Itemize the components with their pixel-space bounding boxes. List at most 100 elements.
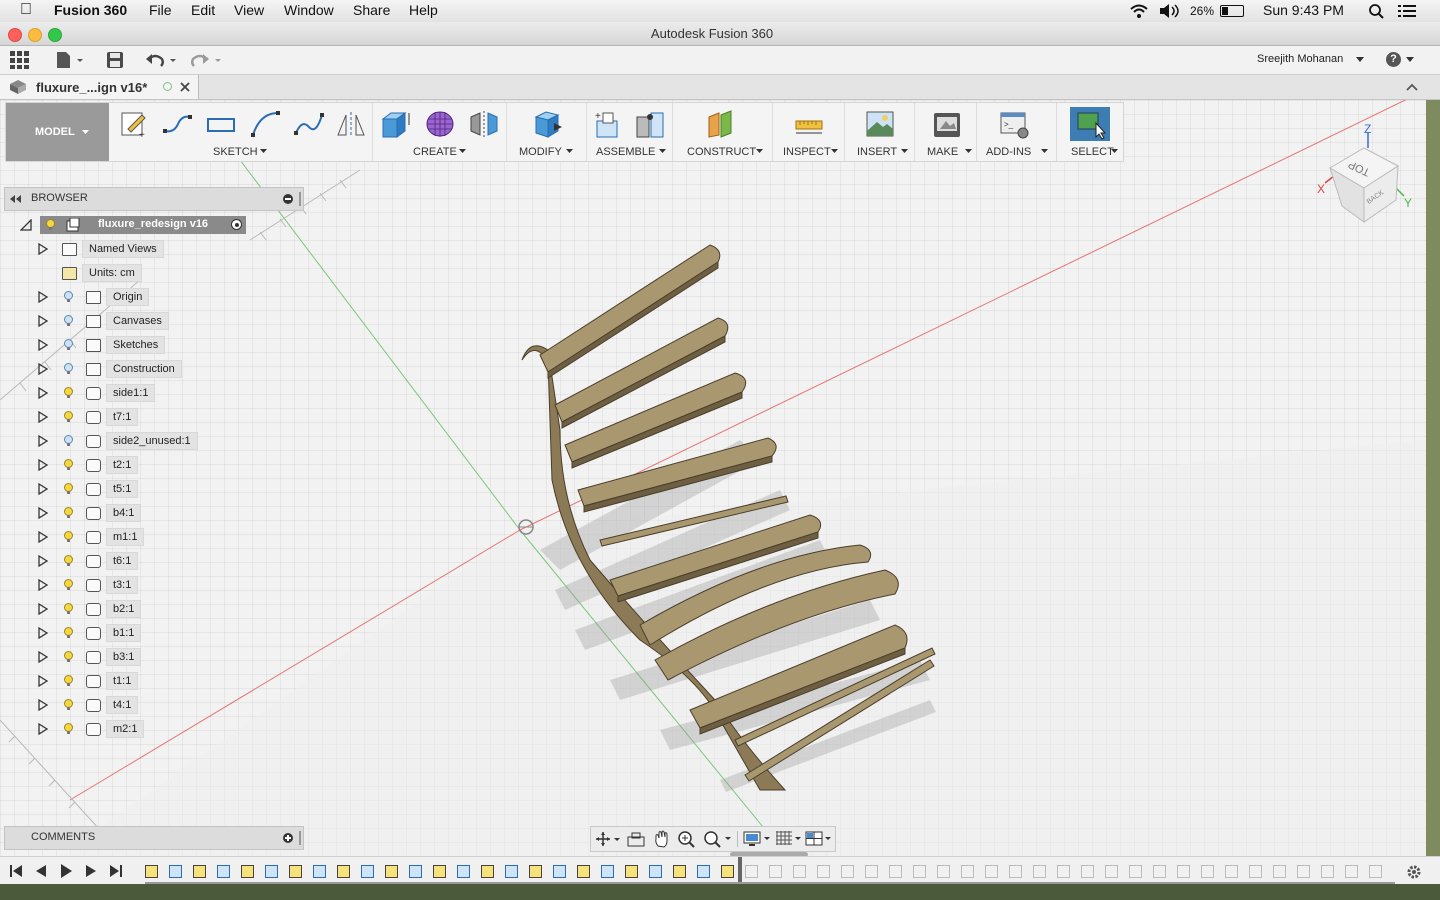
grid-settings-icon[interactable] xyxy=(775,830,803,848)
visibility-bulb-icon[interactable] xyxy=(64,531,73,543)
timeline-extrude-feature-icon[interactable] xyxy=(1273,865,1286,878)
tree-item-row[interactable]: t6:1 xyxy=(0,550,320,572)
volume-icon[interactable] xyxy=(1159,4,1183,18)
ribbon-group-label-make[interactable]: MAKE xyxy=(927,146,958,158)
timeline-extrude-feature-icon[interactable] xyxy=(745,865,758,878)
collapse-ribbon-chevron-icon[interactable] xyxy=(1406,83,1418,91)
3d-viewport[interactable]: MODEL + SKETCH CREATE MODIFY + ASSEMBLE … xyxy=(0,100,1426,856)
timeline-sketch-feature-icon[interactable] xyxy=(817,865,830,878)
timeline-sketch-feature-icon[interactable] xyxy=(1201,865,1214,878)
timeline-sketch-feature-icon[interactable] xyxy=(1057,865,1070,878)
timeline-sketch-feature-icon[interactable] xyxy=(961,865,974,878)
timeline-extrude-feature-icon[interactable] xyxy=(793,865,806,878)
timeline-extrude-feature-icon[interactable] xyxy=(217,865,230,878)
mirror-sketch-icon[interactable] xyxy=(336,109,366,139)
timeline-extrude-feature-icon[interactable] xyxy=(1321,865,1334,878)
expand-triangle-icon[interactable] xyxy=(38,627,48,639)
expand-triangle-icon[interactable] xyxy=(38,315,48,327)
tree-item-row[interactable]: b2:1 xyxy=(0,598,320,620)
expand-triangle-icon[interactable] xyxy=(38,459,48,471)
tree-item-row[interactable]: t2:1 xyxy=(0,454,320,476)
timeline-extrude-feature-icon[interactable] xyxy=(697,865,710,878)
timeline-extrude-feature-icon[interactable] xyxy=(313,865,326,878)
ribbon-group-label-assemble[interactable]: ASSEMBLE xyxy=(596,146,655,158)
tree-item-row[interactable]: side1:1 xyxy=(0,382,320,404)
timeline-extrude-feature-icon[interactable] xyxy=(937,865,950,878)
menu-edit[interactable]: Edit xyxy=(191,2,215,18)
browser-resize-handle[interactable] xyxy=(299,192,301,206)
timeline-sketch-feature-icon[interactable] xyxy=(241,865,254,878)
offset-plane-icon[interactable] xyxy=(707,109,737,139)
assemble-chevron-down-icon[interactable] xyxy=(659,149,666,154)
fit-zoom-icon[interactable] xyxy=(703,830,733,848)
timeline-last-icon[interactable] xyxy=(109,864,123,878)
timeline-sketch-feature-icon[interactable] xyxy=(1249,865,1262,878)
visibility-bulb-icon[interactable] xyxy=(64,459,73,471)
insert-image-icon[interactable] xyxy=(865,109,895,139)
select-tool-icon[interactable] xyxy=(1070,107,1110,141)
timeline-sketch-feature-icon[interactable] xyxy=(913,865,926,878)
timeline-sketch-feature-icon[interactable] xyxy=(1345,865,1358,878)
timeline-sketch-feature-icon[interactable] xyxy=(769,865,782,878)
activate-component-radio[interactable] xyxy=(231,219,242,230)
insert-chevron-down-icon[interactable] xyxy=(901,149,908,154)
new-component-icon[interactable]: + xyxy=(593,109,623,139)
expand-triangle-icon[interactable] xyxy=(38,723,48,735)
display-settings-icon[interactable] xyxy=(743,830,773,848)
measure-icon[interactable] xyxy=(794,109,824,139)
expand-triangle-icon[interactable] xyxy=(38,411,48,423)
modify-chevron-down-icon[interactable] xyxy=(566,149,573,154)
timeline-sketch-feature-icon[interactable] xyxy=(673,865,686,878)
timeline-extrude-feature-icon[interactable] xyxy=(553,865,566,878)
expand-triangle-icon[interactable] xyxy=(38,603,48,615)
press-pull-icon[interactable] xyxy=(532,109,562,139)
tree-item-row[interactable]: side2_unused:1 xyxy=(0,430,320,452)
orbit-icon[interactable] xyxy=(595,831,621,847)
sketch-chevron-down-icon[interactable] xyxy=(260,149,267,154)
create-sketch-icon[interactable]: + xyxy=(120,109,150,139)
tree-item-row[interactable]: Origin xyxy=(0,286,320,308)
timeline-sketch-feature-icon[interactable] xyxy=(721,865,734,878)
expand-triangle-icon[interactable] xyxy=(38,435,48,447)
timeline-extrude-feature-icon[interactable] xyxy=(457,865,470,878)
menu-help[interactable]: Help xyxy=(409,2,438,18)
visibility-bulb-icon[interactable] xyxy=(64,291,73,303)
tree-item-row[interactable]: Canvases xyxy=(0,310,320,332)
tree-item-row[interactable]: b1:1 xyxy=(0,622,320,644)
timeline-next-icon[interactable] xyxy=(84,864,98,878)
visibility-bulb-icon[interactable] xyxy=(64,507,73,519)
visibility-bulb-icon[interactable] xyxy=(64,579,73,591)
timeline-extrude-feature-icon[interactable] xyxy=(409,865,422,878)
expand-triangle-icon[interactable] xyxy=(38,531,48,543)
apple-icon[interactable]:  xyxy=(20,1,32,19)
create-chevron-down-icon[interactable] xyxy=(459,149,466,154)
tree-item-row[interactable]: m1:1 xyxy=(0,526,320,548)
timeline-sketch-feature-icon[interactable] xyxy=(529,865,542,878)
timeline-settings-gear-icon[interactable] xyxy=(1406,864,1422,880)
root-expanded-triangle-icon[interactable] xyxy=(20,219,32,231)
timeline-sketch-feature-icon[interactable] xyxy=(1009,865,1022,878)
tree-item-row[interactable]: m2:1 xyxy=(0,718,320,740)
tree-item-row[interactable]: Construction xyxy=(0,358,320,380)
timeline-play-icon[interactable] xyxy=(59,863,73,879)
timeline-sketch-feature-icon[interactable] xyxy=(433,865,446,878)
scripts-add-ins-icon[interactable]: >_ xyxy=(999,109,1029,139)
visibility-bulb-icon[interactable] xyxy=(64,723,73,735)
timeline-sketch-feature-icon[interactable] xyxy=(625,865,638,878)
timeline-sketch-feature-icon[interactable] xyxy=(193,865,206,878)
expand-triangle-icon[interactable] xyxy=(38,507,48,519)
expand-triangle-icon[interactable] xyxy=(38,339,48,351)
visibility-bulb-icon[interactable] xyxy=(64,435,73,447)
undo-icon[interactable] xyxy=(145,51,179,69)
look-at-icon[interactable] xyxy=(627,831,645,847)
visibility-bulb-icon[interactable] xyxy=(64,651,73,663)
expand-triangle-icon[interactable] xyxy=(38,579,48,591)
help-button[interactable]: ? xyxy=(1386,52,1401,67)
line-tool-icon[interactable] xyxy=(162,109,192,139)
timeline-sketch-feature-icon[interactable] xyxy=(577,865,590,878)
workspace-switcher[interactable]: MODEL xyxy=(6,103,109,161)
expand-triangle-icon[interactable] xyxy=(38,651,48,663)
visibility-bulb-icon[interactable] xyxy=(64,411,73,423)
tree-root-row[interactable]: fluxure_redesign v16 xyxy=(0,214,320,236)
timeline-extrude-feature-icon[interactable] xyxy=(601,865,614,878)
